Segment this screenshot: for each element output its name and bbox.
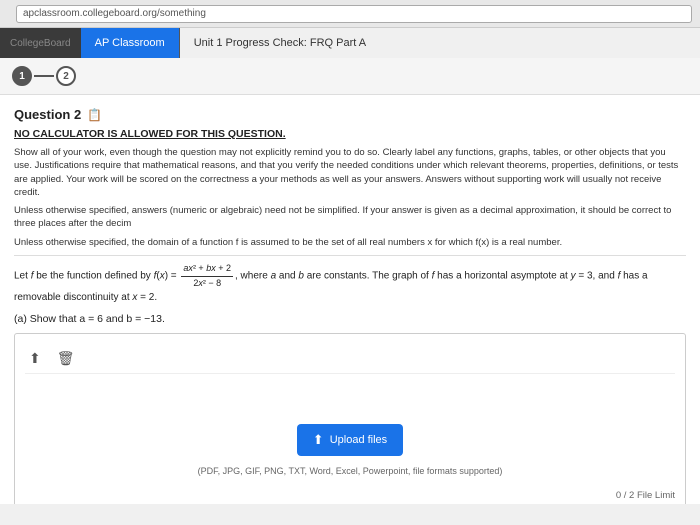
upload-icon-button[interactable]: ⬆: [25, 348, 45, 369]
upload-button-label: Upload files: [330, 434, 387, 446]
browser-bar: apclassroom.collegeboard.org/something: [0, 0, 700, 28]
divider: [14, 255, 686, 256]
part-a-text: (a) Show that a = 6 and b = −13.: [14, 313, 165, 325]
upload-files-button[interactable]: ⬆ Upload files: [297, 424, 403, 456]
step-indicator: 1 2: [0, 58, 700, 95]
step-2[interactable]: 2: [56, 66, 76, 86]
clipboard-icon: 📋: [87, 108, 102, 122]
url-bar[interactable]: apclassroom.collegeboard.org/something: [16, 5, 692, 23]
logo-tab-label: CollegeBoard: [10, 38, 71, 49]
instruction-1: Show all of your work, even though the q…: [14, 146, 686, 199]
file-limit: 0 / 2 File Limit: [25, 490, 675, 501]
no-calculator-notice: NO CALCULATOR IS ALLOWED FOR THIS QUESTI…: [14, 128, 686, 140]
file-formats-text: (PDF, JPG, GIF, PNG, TXT, Word, Excel, P…: [198, 466, 503, 476]
page-title-text: Unit 1 Progress Check: FRQ Part A: [194, 37, 366, 49]
ap-classroom-label: AP Classroom: [95, 37, 165, 49]
nav-tabs: CollegeBoard AP Classroom Unit 1 Progres…: [0, 28, 700, 58]
step-1[interactable]: 1: [12, 66, 32, 86]
upload-area: ⬆ 🗑 ⬆ Upload files (PDF, JPG, GIF, PNG, …: [14, 333, 686, 504]
question-header: Question 2 📋: [14, 107, 686, 122]
upload-small-icon: ⬆: [29, 350, 41, 366]
upload-center: ⬆ Upload files (PDF, JPG, GIF, PNG, TXT,…: [25, 404, 675, 486]
function-definition: Let f be the function defined by f(x) = …: [14, 262, 686, 305]
ap-classroom-tab[interactable]: AP Classroom: [81, 28, 180, 58]
instruction-2: Unless otherwise specified, answers (num…: [14, 204, 686, 231]
main-content: Question 2 📋 NO CALCULATOR IS ALLOWED FO…: [0, 95, 700, 504]
collegeboard-logo-tab[interactable]: CollegeBoard: [0, 28, 81, 58]
upload-arrow-icon: ⬆: [313, 432, 324, 448]
page-title: Unit 1 Progress Check: FRQ Part A: [180, 28, 700, 58]
trash-icon: 🗑: [57, 350, 75, 366]
step-line: [34, 75, 54, 77]
question-number: Question 2: [14, 107, 81, 122]
instruction-3: Unless otherwise specified, the domain o…: [14, 236, 686, 249]
upload-toolbar: ⬆ 🗑: [25, 344, 675, 374]
url-text: apclassroom.collegeboard.org/something: [23, 8, 206, 19]
part-a-label: (a) Show that a = 6 and b = −13.: [14, 313, 686, 325]
trash-icon-button[interactable]: 🗑: [53, 348, 79, 369]
